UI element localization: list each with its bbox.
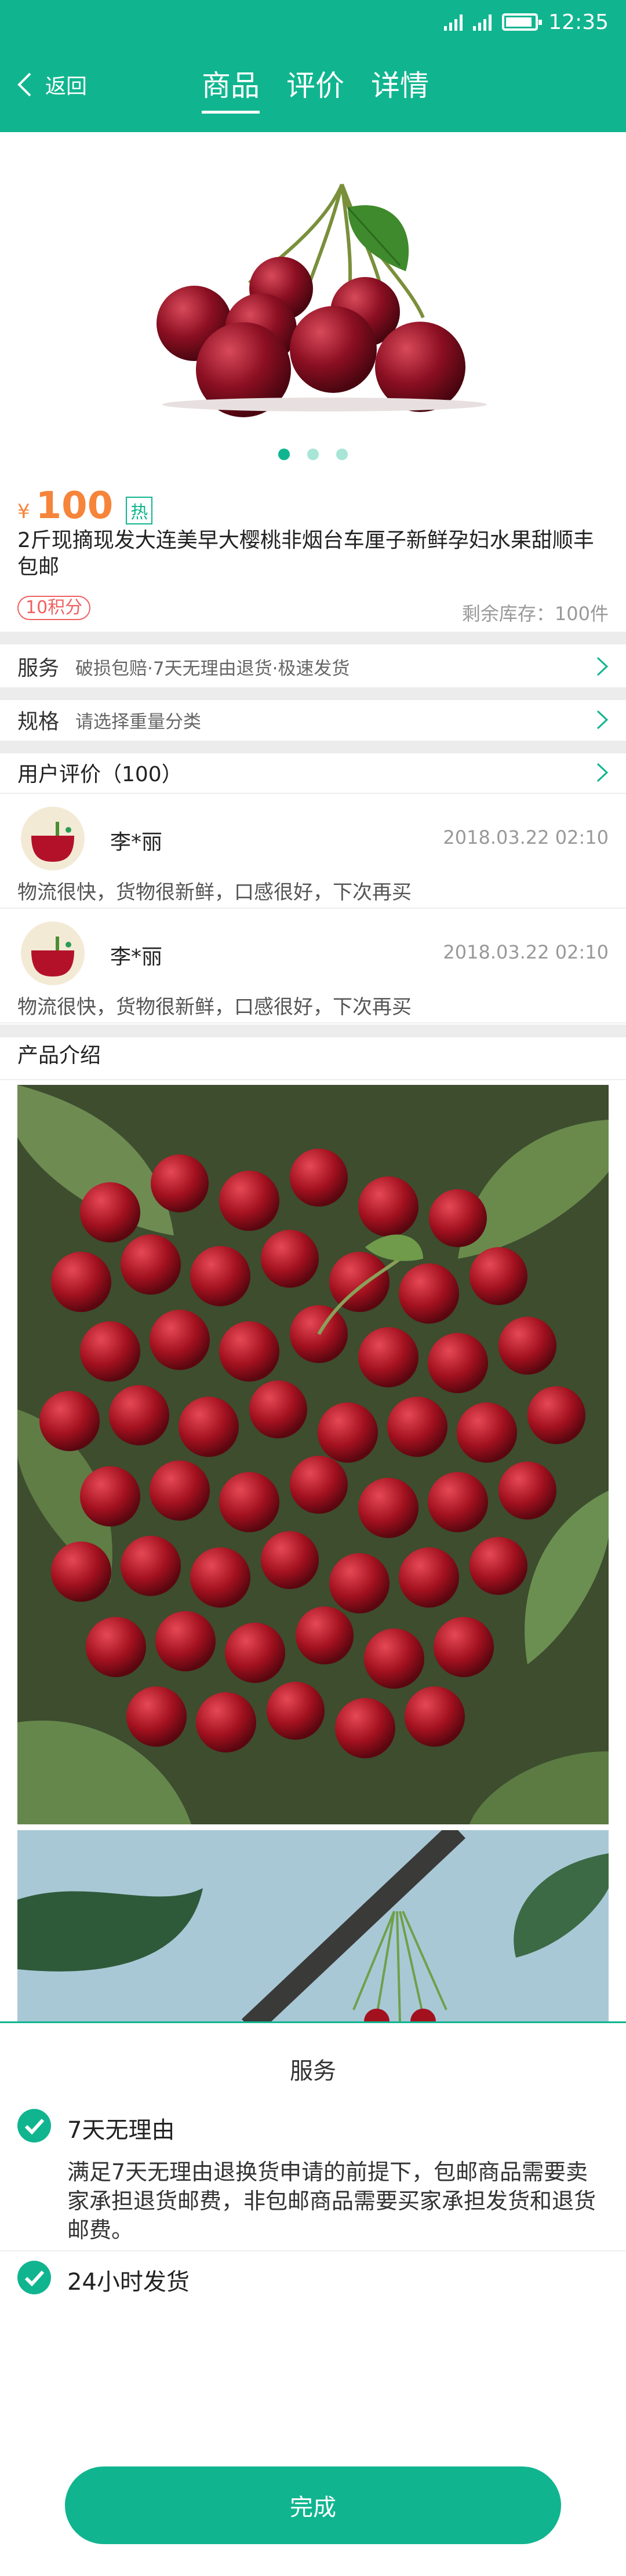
nav-tabs: 商品 评价 详情 (202, 63, 429, 114)
signal-icon (473, 13, 492, 31)
signal-icon (444, 13, 463, 31)
avatar (21, 807, 85, 870)
review-time: 2018.03.22 02:10 (443, 941, 609, 963)
service-row[interactable]: 服务 破损包赔·7天无理由退货·极速发货 (0, 646, 626, 687)
service-item: 24小时发货 (17, 2261, 609, 2301)
carousel-dot[interactable] (278, 449, 290, 460)
section-divider (0, 632, 626, 644)
battery-icon (502, 13, 543, 31)
reviews-header-row[interactable]: 用户评价（100） (0, 752, 626, 794)
service-label: 服务 (17, 657, 60, 680)
review-item: 李*丽 2018.03.22 02:10 物流很快，货物很新鲜，口感很好，下次再… (0, 910, 626, 1023)
tab-reviews[interactable]: 评价 (286, 63, 344, 110)
section-divider (0, 687, 626, 700)
price: 100 (35, 484, 114, 527)
top-header: 12:35 返回 商品 评价 详情 (0, 0, 626, 132)
price-row: ¥ 100 热 (17, 484, 153, 527)
section-divider (0, 741, 626, 753)
tab-goods[interactable]: 商品 (202, 63, 260, 114)
product-image-carousel[interactable] (0, 132, 626, 480)
done-button[interactable]: 完成 (65, 2466, 561, 2544)
sheet-title: 服务 (290, 2058, 336, 2085)
stock-text: 剩余库存：100件 (461, 603, 609, 625)
service-name: 24小时发货 (67, 2269, 190, 2296)
reviewer-name: 李*丽 (110, 945, 163, 969)
section-divider (0, 1025, 626, 1037)
product-title: 2斤现摘现发大连美早大樱桃非烟台车厘子新鲜孕妇水果甜顺丰包邮 (17, 529, 594, 579)
reviewer-name: 李*丽 (110, 830, 163, 854)
status-bar: 12:35 (444, 8, 609, 36)
spec-desc: 请选择重量分类 (75, 711, 201, 733)
service-desc: 破损包赔·7天无理由退货·极速发货 (75, 658, 350, 679)
points-badge: 10积分 (17, 596, 91, 620)
service-name: 7天无理由 (67, 2117, 175, 2144)
check-icon (17, 2109, 51, 2143)
carousel-dot[interactable] (307, 449, 319, 460)
carousel-indicator (0, 449, 626, 460)
status-time: 12:35 (548, 10, 609, 34)
review-text: 物流很快，货物很新鲜，口感很好，下次再买 (17, 881, 412, 904)
divider (0, 1079, 626, 1080)
service-description: 满足7天无理由退换货申请的前提下，包邮商品需要卖家承担退货邮费，非包邮商品需要买… (67, 2159, 596, 2243)
cherries-image (156, 183, 487, 417)
intro-header: 产品介绍 (17, 1044, 101, 1067)
intro-image-1 (17, 1085, 609, 1824)
spec-label: 规格 (17, 710, 60, 734)
chevron-right-icon (596, 710, 609, 730)
review-item: 李*丽 2018.03.22 02:10 物流很快，货物很新鲜，口感很好，下次再… (0, 795, 626, 909)
intro-image-2 (17, 1830, 609, 2027)
hot-badge: 热 (126, 497, 153, 524)
carousel-dot[interactable] (336, 449, 348, 460)
divider (0, 2250, 626, 2251)
chevron-right-icon (596, 657, 609, 676)
back-label: 返回 (45, 75, 88, 99)
service-item: 7天无理由 满足7天无理由退换货申请的前提下，包邮商品需要卖家承担退货邮费，非包… (17, 2109, 609, 2265)
reviews-header: 用户评价（100） (17, 763, 183, 786)
review-text: 物流很快，货物很新鲜，口感很好，下次再买 (17, 996, 412, 1019)
back-button[interactable]: 返回 (16, 70, 87, 100)
spec-row[interactable]: 规格 请选择重量分类 (0, 699, 626, 741)
currency-symbol: ¥ (17, 500, 30, 523)
check-icon (17, 2261, 51, 2294)
chevron-left-icon (17, 72, 31, 97)
tab-details[interactable]: 详情 (371, 63, 429, 110)
chevron-right-icon (596, 763, 609, 782)
avatar (21, 921, 85, 985)
review-time: 2018.03.22 02:10 (443, 826, 609, 848)
